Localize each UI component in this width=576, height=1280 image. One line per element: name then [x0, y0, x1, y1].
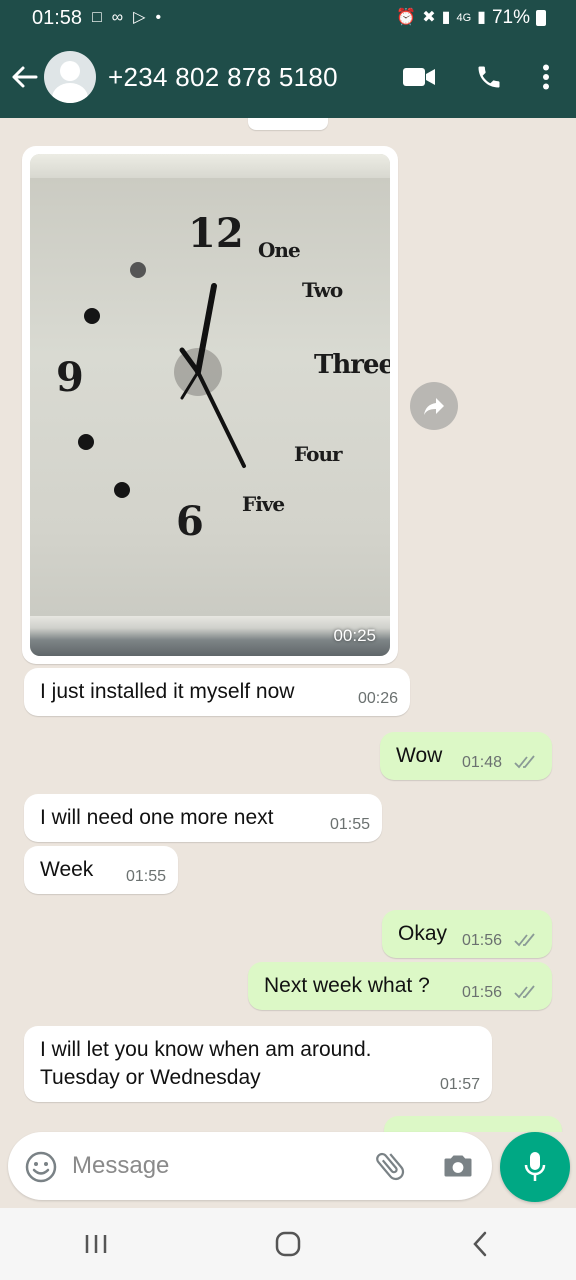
signal-icon-2: ▮	[477, 9, 486, 26]
chat-area[interactable]: 12 9 6 One Two Three Four Five 00:25 I j…	[0, 118, 576, 1132]
message-text: Next week what ?	[264, 974, 430, 997]
more-vert-icon	[543, 64, 549, 90]
back-button[interactable]	[4, 36, 44, 118]
home-icon	[275, 1231, 301, 1257]
video-call-button[interactable]	[384, 47, 454, 107]
phone-icon	[478, 66, 500, 88]
message-text-line-2: Tuesday or Wednesday	[40, 1066, 261, 1089]
recent-apps-icon	[85, 1235, 107, 1253]
message-bubble-incoming[interactable]: I will let you know when am around. Tues…	[24, 1026, 492, 1102]
dot-icon: •	[155, 9, 162, 26]
chat-header: +234 802 878 5180	[0, 36, 576, 118]
chevron-left-icon	[473, 1231, 487, 1257]
back-arrow-icon	[12, 66, 38, 88]
video-message[interactable]: 12 9 6 One Two Three Four Five 00:25	[22, 146, 398, 664]
notification-icon: □	[92, 9, 102, 26]
forward-icon	[424, 398, 444, 415]
battery-level: 71%	[491, 7, 530, 28]
message-bubble-incoming[interactable]: Week 01:55	[24, 846, 178, 894]
contact-name[interactable]: +234 802 878 5180	[108, 62, 384, 93]
network-type: 4G	[456, 12, 472, 24]
message-bubble-outgoing[interactable]: Next week what ? 01:56	[248, 962, 552, 1010]
recent-apps-button[interactable]	[56, 1214, 136, 1274]
video-call-icon	[403, 68, 435, 86]
emoji-icon[interactable]	[24, 1150, 58, 1184]
more-options-button[interactable]	[524, 47, 568, 107]
message-time: 01:56	[462, 932, 503, 949]
message-text: I just installed it myself now	[40, 680, 295, 703]
back-nav-button[interactable]	[440, 1214, 520, 1274]
message-time: 01:56	[462, 984, 503, 1001]
date-chip	[248, 118, 328, 130]
status-time: 01:58	[32, 6, 83, 29]
voice-record-button[interactable]	[500, 1132, 570, 1202]
message-text: Okay	[398, 922, 448, 945]
message-input[interactable]	[72, 1146, 362, 1186]
video-thumbnail[interactable]: 12 9 6 One Two Three Four Five 00:25	[30, 154, 390, 656]
message-input-container	[8, 1132, 492, 1200]
message-text: I will need one more next	[40, 806, 274, 829]
message-time: 01:55	[125, 868, 166, 885]
message-time: 01:57	[439, 1076, 480, 1093]
read-receipt-icon	[514, 985, 535, 999]
alarm-icon: ⏰	[396, 9, 417, 26]
message-text-line-1: I will let you know when am around.	[40, 1038, 372, 1061]
composer	[0, 1124, 576, 1210]
message-bubble-outgoing[interactable]: Wow 01:48	[380, 732, 552, 780]
message-bubble-incoming[interactable]: I will need one more next 01:55	[24, 794, 382, 842]
message-time: 01:55	[329, 816, 370, 833]
message-text: Week	[40, 858, 94, 881]
attach-icon[interactable]	[372, 1148, 408, 1184]
status-bar: 01:58 □ ∞ ▷ • ⏰ ✖ ▮ 4G ▮ 71%	[0, 0, 576, 36]
microphone-icon	[524, 1152, 546, 1181]
read-receipt-icon	[514, 933, 535, 947]
battery-icon	[536, 10, 546, 26]
read-receipt-icon	[514, 755, 535, 769]
signal-icon: ▮	[441, 9, 451, 26]
avatar[interactable]	[44, 51, 96, 103]
voice-call-button[interactable]	[454, 47, 524, 107]
home-button[interactable]	[248, 1214, 328, 1274]
link-icon: ∞	[111, 9, 124, 26]
video-duration: 00:25	[333, 626, 376, 645]
system-navigation-bar	[0, 1208, 576, 1280]
message-bubble-outgoing[interactable]: Okay 01:56	[382, 910, 552, 958]
mute-icon: ✖	[422, 9, 436, 26]
play-store-icon: ▷	[133, 9, 146, 26]
message-bubble-incoming[interactable]: I just installed it myself now 00:26	[24, 668, 410, 716]
forward-button[interactable]	[410, 382, 458, 430]
message-time: 00:26	[357, 690, 398, 707]
camera-icon[interactable]	[440, 1148, 476, 1184]
message-time: 01:48	[462, 754, 503, 771]
message-text: Wow	[396, 744, 443, 767]
clock-hands	[174, 283, 246, 468]
